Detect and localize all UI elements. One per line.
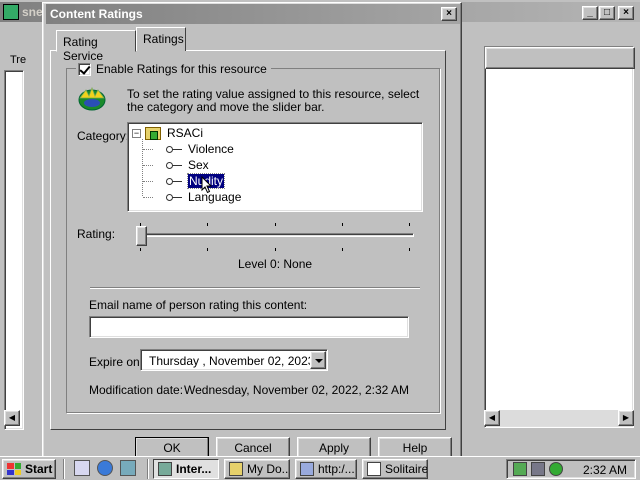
tree-item-label: Language bbox=[188, 190, 242, 204]
details-column-header[interactable] bbox=[485, 47, 635, 69]
modification-date-label: Modification date: bbox=[89, 383, 184, 397]
slider-tick bbox=[275, 223, 276, 226]
show-desktop-icon[interactable] bbox=[74, 460, 90, 476]
close-button[interactable]: × bbox=[618, 6, 634, 20]
start-button[interactable]: Start bbox=[2, 459, 56, 479]
tree-item-label: RSACi bbox=[167, 126, 204, 140]
section-divider bbox=[90, 287, 420, 289]
scroll-left-icon[interactable]: ◀ bbox=[484, 410, 500, 426]
scroll-left-icon[interactable]: ◀ bbox=[4, 410, 20, 426]
rating-label: Rating: bbox=[77, 227, 116, 241]
tab-rating-service[interactable]: Rating Service bbox=[56, 30, 136, 63]
key-icon bbox=[166, 146, 182, 153]
task-label: My Do... bbox=[247, 462, 290, 476]
instructions-text: To set the rating value assigned to this… bbox=[127, 87, 420, 114]
taskbar-separator bbox=[63, 459, 65, 479]
tree-connector bbox=[143, 149, 153, 150]
slider-tick bbox=[342, 248, 343, 251]
slider-tick bbox=[409, 248, 410, 251]
start-label: Start bbox=[25, 462, 53, 476]
rating-slider-track[interactable] bbox=[142, 233, 414, 237]
tree-connector bbox=[143, 197, 153, 198]
minimize-button[interactable]: _ bbox=[582, 6, 598, 20]
tree-connector bbox=[142, 139, 143, 196]
expire-date-picker[interactable]: Thursday , November 02, 2023 bbox=[140, 349, 328, 371]
background-window-title: sne bbox=[22, 5, 43, 19]
email-input[interactable] bbox=[89, 316, 409, 338]
task-label: Inter... bbox=[176, 462, 212, 476]
slider-tick bbox=[140, 248, 141, 251]
expire-date-value: Thursday , November 02, 2023 bbox=[149, 354, 315, 368]
collapse-icon[interactable]: − bbox=[132, 128, 141, 138]
tree-item-label: Sex bbox=[188, 158, 209, 172]
monitor-icon[interactable] bbox=[531, 462, 545, 476]
task-button-web-page[interactable]: http:/... bbox=[295, 459, 357, 479]
horizontal-scrollbar[interactable]: ◀ ▶ bbox=[484, 410, 634, 426]
category-tree[interactable]: − RSACi Violence Sex Nudity Language bbox=[127, 122, 423, 212]
folder-icon bbox=[229, 462, 243, 476]
chevron-down-icon[interactable] bbox=[310, 351, 326, 369]
network-icon[interactable] bbox=[513, 462, 527, 476]
slider-tick bbox=[409, 223, 410, 226]
slider-tick bbox=[275, 248, 276, 251]
tree-item-sex[interactable]: Sex bbox=[166, 157, 209, 173]
close-button[interactable]: × bbox=[441, 7, 457, 21]
dialog-title: Content Ratings bbox=[50, 7, 143, 21]
mouse-cursor-icon bbox=[201, 176, 213, 194]
taskbar: Start Inter... My Do... http:/... Solita… bbox=[0, 456, 640, 480]
slider-tick bbox=[207, 248, 208, 251]
expire-label: Expire on: bbox=[89, 355, 144, 369]
outlook-express-icon[interactable] bbox=[120, 460, 136, 476]
slider-tick bbox=[342, 223, 343, 226]
tree-connector bbox=[143, 181, 153, 182]
internet-services-icon bbox=[158, 462, 172, 476]
task-button-solitaire[interactable]: Solitaire bbox=[362, 459, 428, 479]
email-label: Email name of person rating this content… bbox=[89, 298, 308, 312]
rsaci-tray-icon[interactable] bbox=[549, 462, 563, 476]
web-page-icon bbox=[300, 462, 314, 476]
dialog-titlebar[interactable]: Content Ratings × bbox=[46, 4, 460, 24]
system-tray: 2:32 AM bbox=[506, 459, 636, 479]
slider-tick bbox=[207, 223, 208, 226]
rsaci-logo-icon bbox=[78, 86, 106, 111]
tree-connector bbox=[143, 165, 153, 166]
task-button-my-documents[interactable]: My Do... bbox=[224, 459, 290, 479]
taskbar-separator bbox=[147, 459, 149, 479]
tree-item-nudity[interactable]: Nudity bbox=[166, 173, 226, 189]
task-button-internet-services[interactable]: Inter... bbox=[153, 459, 219, 479]
checkbox-checked-icon[interactable] bbox=[78, 62, 91, 76]
task-label: http:/... bbox=[318, 462, 355, 476]
clock: 2:32 AM bbox=[582, 463, 627, 477]
solitaire-icon bbox=[367, 462, 381, 476]
category-label: Category: bbox=[77, 129, 130, 143]
modification-date-value: Wednesday, November 02, 2022, 2:32 AM bbox=[184, 383, 410, 397]
tree-pane-header: Tre bbox=[4, 52, 27, 70]
key-icon bbox=[166, 178, 182, 185]
enable-ratings-label: Enable Ratings for this resource bbox=[96, 62, 267, 76]
tree-pane[interactable] bbox=[4, 70, 24, 430]
internet-explorer-icon[interactable] bbox=[97, 460, 113, 476]
key-icon bbox=[166, 162, 182, 169]
app-icon bbox=[3, 4, 19, 20]
task-label: Solitaire bbox=[385, 462, 428, 476]
tab-ratings[interactable]: Ratings bbox=[136, 27, 186, 51]
tree-item-rsaci[interactable]: − RSACi bbox=[132, 125, 203, 141]
enable-ratings-checkbox[interactable]: Enable Ratings for this resource bbox=[76, 62, 271, 76]
scroll-right-icon[interactable]: ▶ bbox=[618, 410, 634, 426]
details-pane[interactable] bbox=[484, 46, 635, 428]
rating-system-icon bbox=[145, 126, 161, 140]
rating-level-text: Level 0: None bbox=[238, 257, 313, 271]
key-icon bbox=[166, 194, 182, 201]
maximize-button[interactable]: □ bbox=[599, 6, 615, 20]
tree-item-violence[interactable]: Violence bbox=[166, 141, 234, 157]
rating-slider-thumb[interactable] bbox=[136, 226, 147, 246]
tree-pane-label: Tre bbox=[10, 54, 27, 66]
windows-logo-icon bbox=[7, 463, 21, 475]
tree-item-label: Violence bbox=[188, 142, 234, 156]
